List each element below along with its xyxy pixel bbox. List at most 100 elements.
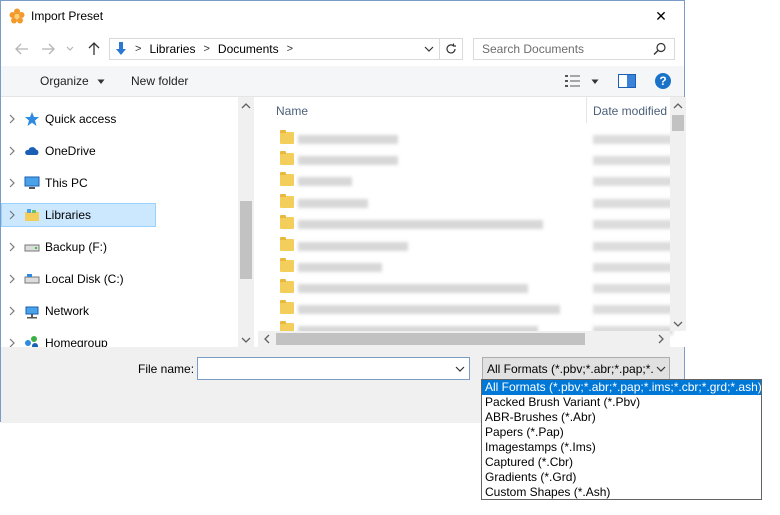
organize-label: Organize [40,74,89,88]
column-header-row: Name Date modified [258,97,686,123]
nav-item-onedrive[interactable]: OneDrive [1,139,156,163]
file-list-scrollbar-thumb[interactable] [672,115,684,131]
file-type-option[interactable]: Packed Brush Variant (*.Pbv) [482,395,761,410]
view-options-icon[interactable] [564,74,582,88]
search-input[interactable] [473,38,675,60]
column-header-name[interactable]: Name [276,104,308,118]
chevron-right-icon[interactable] [8,178,16,188]
network-icon [25,306,39,319]
nav-item-backup-drive[interactable]: Backup (F:) [1,235,156,259]
chevron-right-icon[interactable] [8,114,16,124]
file-type-option[interactable]: Gradients (*.Grd) [482,470,761,485]
file-row[interactable] [280,193,673,213]
file-row[interactable] [280,278,673,298]
scroll-left-icon[interactable] [260,331,274,347]
blurred-filename [298,135,398,144]
scroll-up-icon[interactable] [670,99,686,113]
nav-item-local-disk[interactable]: Local Disk (C:) [1,267,156,291]
nav-label: Homegroup [45,336,108,347]
file-name-label: File name: [138,362,195,376]
arrow-right-icon [42,43,55,55]
refresh-button[interactable] [439,39,462,59]
homegroup-icon [25,336,38,347]
scroll-up-icon[interactable] [238,99,254,113]
breadcrumb-separator: > [203,43,210,55]
file-row[interactable] [280,150,673,170]
blurred-filename [298,177,352,186]
file-name-input[interactable] [197,357,470,380]
file-list-pane: Name Date modified [258,97,686,347]
help-button[interactable]: ? [655,73,671,89]
back-button[interactable] [13,40,31,58]
window-title: Import Preset [31,9,104,23]
breadcrumb-libraries[interactable]: Libraries [149,42,195,56]
chevron-right-icon[interactable] [8,242,16,252]
scroll-down-icon[interactable] [238,333,254,347]
breadcrumb-documents[interactable]: Documents [218,42,279,56]
content-area: Quick access OneDrive This PC Libraries [1,97,686,347]
file-type-option[interactable]: All Formats (*.pbv;*.abr;*.pap;*.ims;*.c… [482,380,762,395]
file-row[interactable] [280,299,673,319]
drive-icon [24,274,40,284]
file-list-scrollbar[interactable] [670,97,686,331]
computer-icon [24,176,40,189]
organize-button[interactable]: Organize [40,74,105,88]
nav-item-quick-access[interactable]: Quick access [1,107,156,131]
new-folder-button[interactable]: New folder [131,74,188,88]
file-name-dropdown-icon[interactable] [454,364,466,374]
blurred-filename [298,305,560,314]
recent-locations-button[interactable] [64,40,76,58]
chevron-right-icon[interactable] [8,274,16,284]
view-dropdown-icon[interactable] [591,79,599,85]
column-header-date[interactable]: Date modified [593,104,667,118]
blurred-date [593,242,673,251]
up-button[interactable] [85,40,103,58]
nav-item-libraries[interactable]: Libraries [1,203,156,227]
file-type-option[interactable]: Imagestamps (*.Ims) [482,440,761,455]
preview-pane-icon[interactable] [618,74,636,88]
navigation-pane: Quick access OneDrive This PC Libraries [1,97,254,347]
blurred-filename [298,156,398,165]
scroll-down-icon[interactable] [670,317,686,331]
file-row[interactable] [280,171,673,191]
folder-icon [280,151,294,165]
column-divider[interactable] [586,97,587,123]
address-history-dropdown[interactable] [422,42,436,56]
file-row[interactable] [280,236,673,256]
folder-icon [280,130,294,144]
file-row[interactable] [280,214,673,234]
nav-item-homegroup[interactable]: Homegroup [1,331,156,347]
breadcrumb-separator: > [286,43,294,55]
chevron-right-icon[interactable] [8,210,16,220]
forward-button[interactable] [39,40,57,58]
horizontal-scrollbar-thumb[interactable] [276,333,585,345]
blurred-date [593,263,673,272]
file-row[interactable] [280,257,673,277]
blurred-date [593,177,673,186]
blurred-filename [298,220,543,229]
search-icon [653,42,666,55]
chevron-down-icon[interactable] [655,364,667,374]
close-icon: ✕ [655,8,667,24]
file-row[interactable] [280,129,673,149]
nav-item-network[interactable]: Network [1,299,156,323]
file-type-option[interactable]: ABR-Brushes (*.Abr) [482,410,761,425]
scroll-right-icon[interactable] [654,331,668,347]
nav-item-this-pc[interactable]: This PC [1,171,156,195]
file-type-option[interactable]: Papers (*.Pap) [482,425,761,440]
close-button[interactable]: ✕ [638,1,684,32]
file-type-select[interactable]: All Formats (*.pbv;*.abr;*.pap;*. [482,357,670,380]
arrow-left-icon [15,43,28,55]
chevron-right-icon[interactable] [8,338,16,347]
chevron-right-icon[interactable] [8,306,16,316]
folder-icon [280,300,294,314]
file-type-dropdown-list: All Formats (*.pbv;*.abr;*.pap;*.ims;*.c… [481,379,762,500]
nav-scrollbar[interactable] [238,97,254,347]
file-type-option[interactable]: Captured (*.Cbr) [482,455,761,470]
chevron-right-icon[interactable] [8,146,16,156]
file-type-option[interactable]: Custom Shapes (*.Ash) [482,485,761,500]
nav-scrollbar-thumb[interactable] [240,201,252,279]
address-bar[interactable]: > Libraries > Documents > [109,38,463,60]
folder-icon [280,194,294,208]
address-row: > Libraries > Documents > [1,32,684,66]
